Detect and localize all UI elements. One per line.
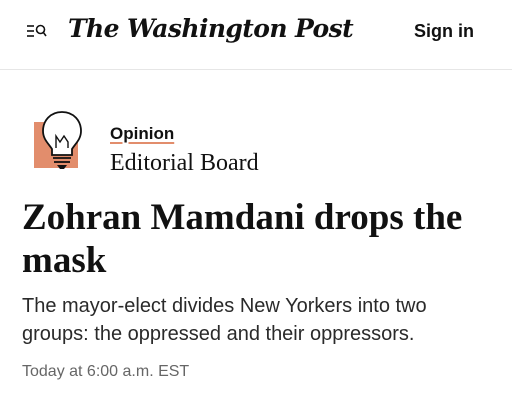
author-byline[interactable]: Editorial Board [110, 150, 259, 177]
opinion-section-link[interactable]: Opinion [110, 124, 174, 144]
lightbulb-icon [34, 108, 90, 172]
article-headline: Zohran Mamdani drops the mask [22, 197, 463, 281]
site-header: The Washington Post Sign in [0, 0, 512, 70]
article-timestamp: Today at 6:00 a.m. EST [22, 363, 190, 380]
sign-in-button[interactable]: Sign in [414, 21, 474, 42]
menu-search-icon[interactable] [26, 20, 48, 42]
site-logo[interactable]: The Washington Post [68, 14, 354, 43]
article-dek: The mayor-elect divides New Yorkers into… [22, 295, 427, 345]
